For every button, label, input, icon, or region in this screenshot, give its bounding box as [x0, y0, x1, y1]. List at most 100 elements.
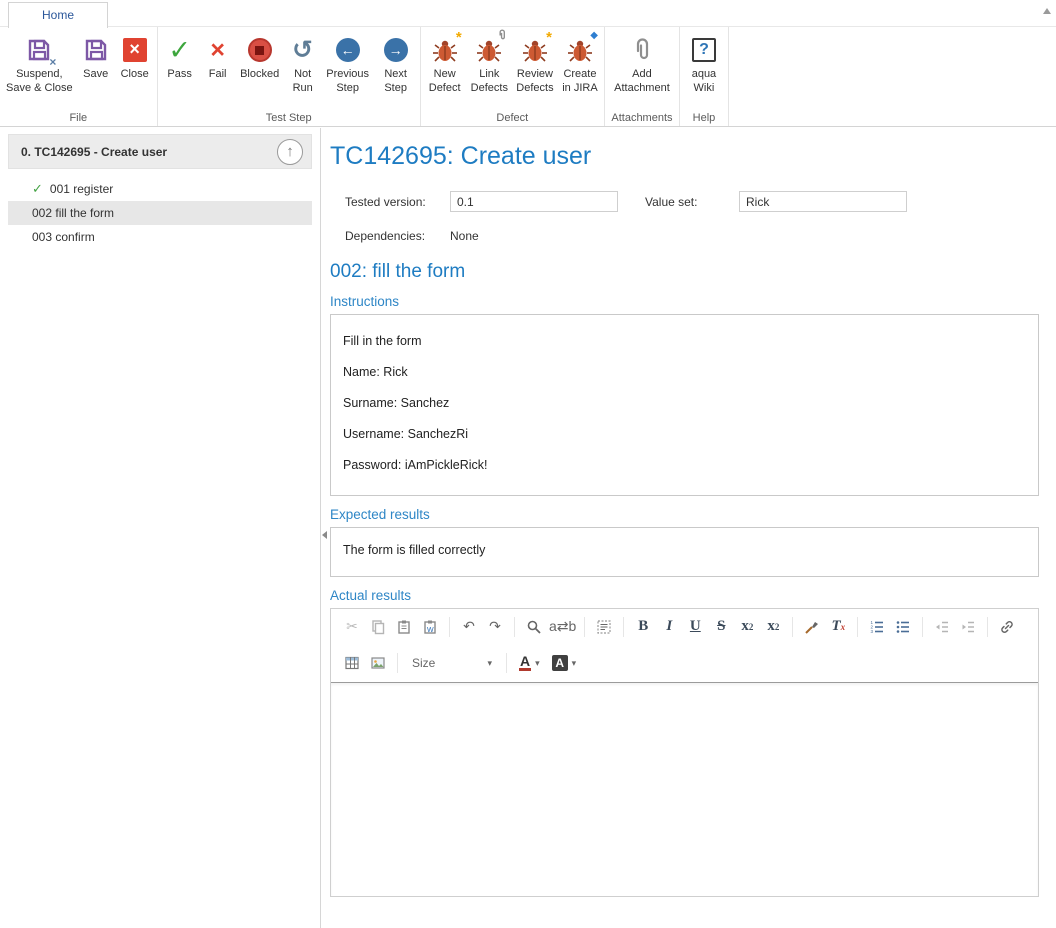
- expected-results-text: The form is filled correctly: [343, 543, 1026, 557]
- replace-icon[interactable]: a⇄b: [549, 616, 576, 638]
- collapse-steps-button[interactable]: ↑: [277, 139, 303, 165]
- subscript-icon[interactable]: x2: [736, 616, 758, 638]
- button-label: Save: [83, 68, 108, 82]
- paperclip-icon: [629, 34, 655, 66]
- instruction-paragraph: Fill in the form: [343, 334, 1026, 348]
- paste-from-word-icon[interactable]: W: [419, 616, 441, 638]
- value-set-input[interactable]: [739, 191, 907, 212]
- image-icon[interactable]: [367, 652, 389, 674]
- step-item-label: 003 confirm: [32, 230, 95, 244]
- ribbon-group-help: ? aqua Wiki Help: [680, 27, 729, 126]
- strikethrough-icon[interactable]: S: [710, 616, 732, 638]
- add-attachment-button[interactable]: Add Attachment: [607, 29, 677, 110]
- editor-toolbar-row-1: ✂ W ↶ ↷ a⇄b B I U S x2 x2 Tx 123: [331, 609, 1038, 644]
- italic-icon[interactable]: I: [658, 616, 680, 638]
- instructions-box: Fill in the form Name: Rick Surname: San…: [330, 314, 1039, 496]
- button-label: Add Attachment: [614, 68, 670, 96]
- bulleted-list-icon[interactable]: [892, 616, 914, 638]
- next-step-button[interactable]: → Next Step: [374, 29, 418, 110]
- copy-icon[interactable]: [367, 616, 389, 638]
- background-color-button[interactable]: A ▾: [552, 655, 577, 671]
- bug-link-icon: [476, 34, 502, 66]
- numbered-list-icon[interactable]: 123: [866, 616, 888, 638]
- toolbar-separator: [792, 617, 793, 637]
- review-defects-button[interactable]: * Review Defects: [512, 29, 558, 110]
- step-heading: 002: fill the form: [330, 261, 1039, 283]
- button-label: New Defect: [429, 68, 461, 96]
- stop-icon: [248, 34, 272, 66]
- decrease-indent-icon[interactable]: [931, 616, 953, 638]
- button-label: Not Run: [293, 68, 313, 96]
- ribbon: Home × Suspend, Save & Close Save: [0, 0, 1056, 127]
- undo-icon[interactable]: ↶: [458, 616, 480, 638]
- button-label: Suspend, Save & Close: [6, 68, 73, 96]
- previous-step-button[interactable]: ← Previous Step: [322, 29, 374, 110]
- arrow-right-circle-icon: →: [384, 34, 408, 66]
- splitter-collapse-arrow[interactable]: [322, 531, 327, 539]
- ribbon-tab-row: Home: [0, 0, 1056, 27]
- redo-icon[interactable]: ↷: [484, 616, 506, 638]
- expected-results-heading: Expected results: [330, 507, 1039, 522]
- remove-format-icon[interactable]: Tx: [827, 616, 849, 638]
- toolbar-separator: [449, 617, 450, 637]
- font-size-dropdown[interactable]: Size ▾: [412, 656, 492, 670]
- step-item-003[interactable]: 003 confirm: [8, 225, 312, 249]
- diamond-badge-icon: ◆: [590, 31, 598, 41]
- not-run-button[interactable]: ↺ Not Run: [284, 29, 322, 110]
- create-in-jira-button[interactable]: ◆ Create in JIRA: [558, 29, 602, 110]
- select-all-icon[interactable]: [593, 616, 615, 638]
- button-label: Blocked: [240, 68, 279, 82]
- button-label: Create in JIRA: [562, 68, 597, 96]
- superscript-icon[interactable]: x2: [762, 616, 784, 638]
- pass-button[interactable]: ✓ Pass: [160, 29, 200, 110]
- step-item-001[interactable]: ✓ 001 register: [8, 177, 312, 201]
- blocked-button[interactable]: Blocked: [236, 29, 284, 110]
- close-button[interactable]: × Close: [115, 29, 155, 110]
- link-defects-button[interactable]: Link Defects: [467, 29, 512, 110]
- tab-home[interactable]: Home: [8, 2, 108, 28]
- table-icon[interactable]: [341, 652, 363, 674]
- suspend-save-close-button[interactable]: × Suspend, Save & Close: [2, 29, 77, 110]
- button-label: Close: [121, 68, 149, 82]
- test-case-header[interactable]: 0. TC142695 - Create user ↑: [8, 134, 312, 169]
- tested-version-input[interactable]: [450, 191, 618, 212]
- link-icon[interactable]: [996, 616, 1018, 638]
- test-case-fields: Tested version: Value set: Dependencies:…: [345, 191, 1039, 257]
- group-label-defect: Defect: [421, 112, 604, 124]
- save-button[interactable]: Save: [77, 29, 115, 110]
- fail-button[interactable]: × Fail: [200, 29, 236, 110]
- check-icon: ✓: [168, 34, 191, 66]
- ribbon-group-test-step: ✓ Pass × Fail Blocked ↺ Not Run ← Pre: [158, 27, 421, 126]
- save-close-icon: ×: [26, 34, 52, 66]
- button-label: Pass: [167, 68, 191, 82]
- ribbon-group-defect: * New Defect Link Defects *: [421, 27, 605, 126]
- increase-indent-icon[interactable]: [957, 616, 979, 638]
- bold-icon[interactable]: B: [632, 616, 654, 638]
- close-icon: ×: [123, 34, 147, 66]
- test-steps-sidebar: 0. TC142695 - Create user ↑ ✓ 001 regist…: [0, 128, 321, 928]
- ribbon-group-file: × Suspend, Save & Close Save × Close: [0, 27, 158, 126]
- copy-formatting-icon[interactable]: [801, 616, 823, 638]
- paste-icon[interactable]: [393, 616, 415, 638]
- chevron-down-icon: ▾: [487, 658, 492, 669]
- step-item-002[interactable]: 002 fill the form: [8, 201, 312, 225]
- group-label-file: File: [0, 112, 157, 124]
- aqua-wiki-button[interactable]: ? aqua Wiki: [682, 29, 726, 110]
- dependencies-label: Dependencies:: [345, 229, 425, 243]
- arrow-left-circle-icon: ←: [336, 34, 360, 66]
- new-defect-button[interactable]: * New Defect: [423, 29, 467, 110]
- close-badge-icon: ×: [49, 56, 56, 68]
- find-icon[interactable]: [523, 616, 545, 638]
- chevron-down-icon: ▾: [572, 658, 577, 669]
- toolbar-separator: [987, 617, 988, 637]
- group-label-attachments: Attachments: [605, 112, 679, 124]
- expected-results-box: The form is filled correctly: [330, 527, 1039, 577]
- underline-icon[interactable]: U: [684, 616, 706, 638]
- bug-jira-icon: ◆: [567, 34, 593, 66]
- cut-icon[interactable]: ✂: [341, 616, 363, 638]
- scrollbar-up-arrow[interactable]: [1043, 8, 1051, 14]
- actual-results-input[interactable]: [331, 682, 1038, 896]
- instruction-paragraph: Password: iAmPickleRick!: [343, 458, 1026, 472]
- text-color-button[interactable]: A ▾: [519, 655, 540, 671]
- toolbar-separator: [623, 617, 624, 637]
